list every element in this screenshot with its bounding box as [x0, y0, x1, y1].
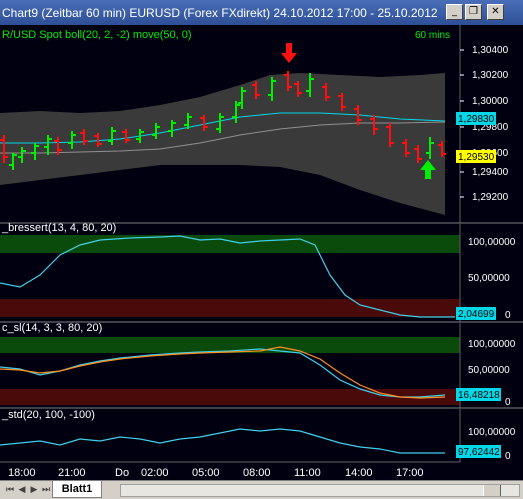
time-tick: 17:00 — [396, 467, 424, 479]
sl-tick: 50,00000 — [468, 365, 510, 376]
bressert-tick: 0 — [505, 310, 511, 321]
last-price-label: 1,29530 — [458, 152, 495, 163]
time-tick: 11:00 — [294, 467, 321, 479]
bollinger-value-label: 1,29830 — [458, 114, 495, 125]
price-pane[interactable]: R/USD Spot boll(20, 2, -2) move(50, 0) 6… — [0, 25, 509, 223]
sl-tick: 100,00000 — [468, 339, 516, 350]
prev-sheet-icon[interactable]: ◀ — [16, 483, 28, 497]
window-title: Chart9 (Zeitbar 60 min) EURUSD (Forex FX… — [2, 6, 438, 20]
price-pane-label: R/USD Spot boll(20, 2, -2) move(50, 0) — [2, 29, 192, 41]
bressert-value-label: 2,04699 — [458, 309, 495, 320]
price-tick: 1,29400 — [472, 167, 509, 178]
minimize-button[interactable]: _ — [446, 4, 463, 20]
std-tick: 0 — [505, 451, 511, 462]
time-tick: 08:00 — [243, 467, 271, 479]
bollinger-band — [0, 73, 445, 215]
std-line — [0, 428, 445, 454]
horizontal-scrollbar[interactable] — [120, 484, 520, 497]
restore-button[interactable]: ❐ — [465, 4, 482, 20]
time-axis: 18:00 21:00 Do 02:00 05:00 08:00 11:00 1… — [0, 461, 460, 479]
time-tick: 02:00 — [141, 467, 169, 479]
sl-pane[interactable]: c_sl(14, 3, 3, 80, 20) 100,00000 50,0000… — [0, 322, 516, 408]
first-sheet-icon[interactable]: ⏮ — [4, 483, 16, 497]
oversold-zone — [0, 299, 460, 317]
oversold-zone — [0, 389, 460, 405]
std-tick: 100,00000 — [468, 427, 516, 438]
scrollbar-thumb[interactable] — [483, 485, 501, 496]
sell-arrow-icon — [281, 43, 297, 63]
last-sheet-icon[interactable]: ⏭ — [40, 483, 52, 497]
bressert-pane[interactable]: _bressert(13, 4, 80, 20) 100,00000 50,00… — [0, 222, 516, 322]
time-tick: 14:00 — [345, 467, 373, 479]
time-tick: 18:00 — [8, 467, 36, 479]
time-tick: 21:00 — [58, 467, 86, 479]
chart-area[interactable]: R/USD Spot boll(20, 2, -2) move(50, 0) 6… — [0, 25, 523, 480]
price-tick: 1,30000 — [472, 96, 509, 107]
bressert-tick: 50,00000 — [468, 273, 510, 284]
time-tick: Do — [115, 467, 129, 479]
window-titlebar[interactable]: Chart9 (Zeitbar 60 min) EURUSD (Forex FX… — [0, 0, 523, 26]
close-button[interactable]: ✕ — [487, 4, 504, 20]
sheet-tab[interactable]: Blatt1 — [52, 481, 102, 498]
bressert-label: _bressert(13, 4, 80, 20) — [1, 222, 116, 234]
interval-label: 60 mins — [415, 30, 450, 41]
bressert-tick: 100,00000 — [468, 237, 516, 248]
sl-label: c_sl(14, 3, 3, 80, 20) — [2, 322, 102, 334]
time-tick: 05:00 — [192, 467, 220, 479]
std-pane[interactable]: _std(20, 100, -100) 100,00000 0 97,62442 — [0, 409, 516, 462]
sheet-bar: ⏮ ◀ ▶ ⏭ Blatt1 — [0, 480, 523, 499]
price-tick: 1,30200 — [472, 70, 509, 81]
next-sheet-icon[interactable]: ▶ — [28, 483, 40, 497]
price-tick: 1,29200 — [472, 192, 509, 203]
std-value-label: 97,62442 — [458, 447, 500, 458]
sl-tick: 0 — [505, 397, 511, 408]
sl-value-label: 16,48218 — [458, 390, 500, 401]
std-label: _std(20, 100, -100) — [1, 409, 95, 421]
price-tick: 1,30400 — [472, 45, 509, 56]
